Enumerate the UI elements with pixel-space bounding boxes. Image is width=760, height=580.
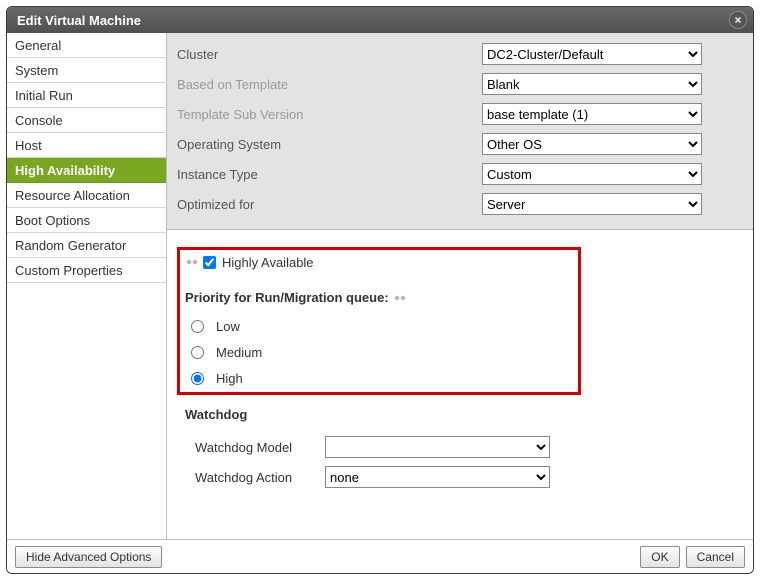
general-properties-panel: Cluster DC2-Cluster/Default Based on Tem…: [167, 33, 753, 230]
select-template[interactable]: Blank: [482, 73, 702, 95]
sidebar-item-initial-run[interactable]: Initial Run: [7, 83, 166, 108]
row-os: Operating System Other OS: [177, 129, 743, 159]
priority-radio-low[interactable]: [191, 320, 204, 333]
edit-vm-dialog: Edit Virtual Machine × General System In…: [6, 6, 754, 574]
select-optimized[interactable]: Server: [482, 193, 702, 215]
sidebar-item-general[interactable]: General: [7, 33, 166, 58]
label-instance-type: Instance Type: [177, 167, 482, 182]
sidebar: General System Initial Run Console Host …: [7, 33, 167, 539]
watchdog-action-label: Watchdog Action: [195, 470, 325, 485]
highly-available-checkbox[interactable]: [203, 256, 216, 269]
hide-advanced-button[interactable]: Hide Advanced Options: [15, 546, 162, 568]
watchdog-group: Watchdog Model Watchdog Action none: [177, 432, 743, 492]
main-panel: Cluster DC2-Cluster/Default Based on Tem…: [167, 33, 753, 539]
priority-label-low[interactable]: Low: [216, 319, 240, 334]
row-instance-type: Instance Type Custom: [177, 159, 743, 189]
label-template-sub: Template Sub Version: [177, 107, 482, 122]
radio-row-low: Low: [191, 313, 743, 339]
priority-radio-medium[interactable]: [191, 346, 204, 359]
highly-available-row: Highly Available: [177, 252, 743, 272]
highly-available-label[interactable]: Highly Available: [222, 255, 314, 270]
label-os: Operating System: [177, 137, 482, 152]
sidebar-item-host[interactable]: Host: [7, 133, 166, 158]
label-template: Based on Template: [177, 77, 482, 92]
sidebar-item-boot-options[interactable]: Boot Options: [7, 208, 166, 233]
watchdog-action-row: Watchdog Action none: [195, 462, 743, 492]
watchdog-action-select[interactable]: none: [325, 466, 550, 488]
row-template: Based on Template Blank: [177, 69, 743, 99]
ha-panel: Highly Available Priority for Run/Migrat…: [167, 230, 753, 539]
chain-icon: [185, 257, 199, 267]
watchdog-heading: Watchdog: [177, 407, 743, 422]
row-cluster: Cluster DC2-Cluster/Default: [177, 39, 743, 69]
priority-heading: Priority for Run/Migration queue:: [177, 290, 743, 305]
dialog-title: Edit Virtual Machine: [17, 13, 729, 28]
label-optimized: Optimized for: [177, 197, 482, 212]
sidebar-item-random-generator[interactable]: Random Generator: [7, 233, 166, 258]
radio-row-high: High: [191, 365, 743, 391]
row-optimized: Optimized for Server: [177, 189, 743, 219]
priority-label-high[interactable]: High: [216, 371, 243, 386]
select-os[interactable]: Other OS: [482, 133, 702, 155]
priority-radio-group: Low Medium High: [177, 313, 743, 391]
watchdog-model-select[interactable]: [325, 436, 550, 458]
chain-icon: [393, 293, 407, 303]
radio-row-medium: Medium: [191, 339, 743, 365]
sidebar-item-console[interactable]: Console: [7, 108, 166, 133]
cancel-button[interactable]: Cancel: [686, 546, 745, 568]
watchdog-model-row: Watchdog Model: [195, 432, 743, 462]
ok-button[interactable]: OK: [640, 546, 679, 568]
row-template-sub: Template Sub Version base template (1): [177, 99, 743, 129]
priority-radio-high[interactable]: [191, 372, 204, 385]
priority-heading-text: Priority for Run/Migration queue:: [185, 290, 389, 305]
dialog-body: General System Initial Run Console Host …: [7, 33, 753, 539]
sidebar-item-resource-allocation[interactable]: Resource Allocation: [7, 183, 166, 208]
select-instance-type[interactable]: Custom: [482, 163, 702, 185]
sidebar-item-high-availability[interactable]: High Availability: [7, 158, 166, 183]
sidebar-item-system[interactable]: System: [7, 58, 166, 83]
select-template-sub[interactable]: base template (1): [482, 103, 702, 125]
select-cluster[interactable]: DC2-Cluster/Default: [482, 43, 702, 65]
close-icon[interactable]: ×: [729, 11, 747, 29]
dialog-footer: Hide Advanced Options OK Cancel: [7, 539, 753, 573]
titlebar: Edit Virtual Machine ×: [7, 7, 753, 33]
watchdog-model-label: Watchdog Model: [195, 440, 325, 455]
sidebar-item-custom-properties[interactable]: Custom Properties: [7, 258, 166, 283]
label-cluster: Cluster: [177, 47, 482, 62]
priority-label-medium[interactable]: Medium: [216, 345, 262, 360]
